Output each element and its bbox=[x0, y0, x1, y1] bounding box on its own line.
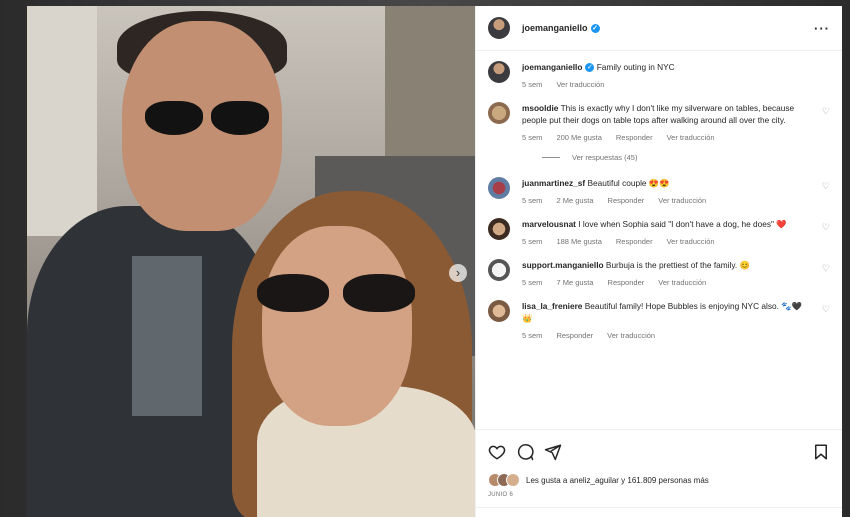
author-avatar[interactable] bbox=[488, 17, 510, 39]
commenter-avatar[interactable] bbox=[488, 177, 510, 199]
heart-icon[interactable]: ♡ bbox=[822, 181, 830, 192]
heart-icon[interactable]: ♡ bbox=[822, 106, 830, 117]
caption-username[interactable]: joemanganiello bbox=[522, 62, 582, 72]
comment-age: 5 sem bbox=[522, 278, 543, 287]
post-actions bbox=[476, 429, 842, 473]
see-translation-link[interactable]: Ver traducción bbox=[607, 331, 655, 340]
comment-text: I love when Sophia said "I don't have a … bbox=[578, 219, 787, 229]
comment-username[interactable]: juanmartinez_sf bbox=[522, 178, 585, 188]
post-sidebar: joemanganiello ✓ ··· joemanganiello ✓ Fami… bbox=[475, 6, 842, 517]
reply-button[interactable]: Responder bbox=[608, 196, 645, 205]
liker-avatars[interactable] bbox=[488, 473, 522, 487]
post-modal: › joemanganiello ✓ ··· joemanganiello ✓ Fa… bbox=[27, 6, 842, 517]
view-replies-link[interactable]: Ver respuestas (45) bbox=[542, 153, 830, 162]
comment-age: 5 sem bbox=[522, 331, 543, 340]
comment-age: 5 sem bbox=[522, 196, 543, 205]
caption-item: joemanganiello ✓ Family outing in NYC 5 s… bbox=[488, 61, 830, 89]
heart-icon[interactable] bbox=[488, 443, 506, 461]
comment-username[interactable]: marvelousnat bbox=[522, 219, 576, 229]
comments-list: joemanganiello ✓ Family outing in NYC 5 s… bbox=[476, 51, 842, 429]
comment-icon[interactable] bbox=[516, 443, 534, 461]
commenter-avatar[interactable] bbox=[488, 259, 510, 281]
comment-age: 5 sem bbox=[522, 237, 543, 246]
comment-username[interactable]: support.manganiello bbox=[522, 260, 604, 270]
likes-summary: Les gusta a aneliz_aguilar y 161.809 per… bbox=[476, 473, 842, 507]
reply-button[interactable]: Responder bbox=[616, 237, 653, 246]
comment-text: Burbuja is the prettiest of the family. … bbox=[605, 260, 750, 270]
share-icon[interactable] bbox=[544, 443, 562, 461]
comment-item: support.manganiello Burbuja is the prett… bbox=[488, 259, 830, 287]
caption-text: Family outing in NYC bbox=[596, 62, 675, 72]
comment-text: This is exactly why I don't like my silv… bbox=[522, 103, 795, 125]
see-translation-link[interactable]: Ver traducción bbox=[658, 278, 706, 287]
comment-likes[interactable]: 7 Me gusta bbox=[556, 278, 593, 287]
comment-age: 5 sem bbox=[522, 133, 543, 142]
reply-button[interactable]: Responder bbox=[556, 331, 593, 340]
author-username[interactable]: joemanganiello ✓ bbox=[522, 23, 600, 34]
likes-text[interactable]: Les gusta a aneliz_aguilar y 161.809 per… bbox=[526, 476, 709, 485]
heart-icon[interactable]: ♡ bbox=[822, 263, 830, 274]
comment-likes[interactable]: 188 Me gusta bbox=[556, 237, 601, 246]
see-translation-link[interactable]: Ver traducción bbox=[556, 80, 604, 89]
verified-icon: ✓ bbox=[585, 63, 595, 73]
comment-likes[interactable]: 200 Me gusta bbox=[556, 133, 601, 142]
comment-likes[interactable]: 2 Me gusta bbox=[556, 196, 593, 205]
add-comment-bar[interactable] bbox=[476, 507, 842, 517]
comment-text: Beautiful couple 😍😍 bbox=[587, 178, 670, 188]
commenter-avatar[interactable] bbox=[488, 300, 510, 322]
carousel-next-icon[interactable]: › bbox=[449, 264, 467, 282]
reply-button[interactable]: Responder bbox=[608, 278, 645, 287]
commenter-avatar[interactable] bbox=[488, 218, 510, 240]
comment-username[interactable]: msooldie bbox=[522, 103, 558, 113]
heart-icon[interactable]: ♡ bbox=[822, 304, 830, 315]
see-translation-link[interactable]: Ver traducción bbox=[658, 196, 706, 205]
comment-item: msooldie This is exactly why I don't lik… bbox=[488, 102, 830, 142]
post-photo[interactable]: › bbox=[27, 6, 475, 517]
comment-item: lisa_la_freniere Beautiful family! Hope … bbox=[488, 300, 830, 340]
heart-icon[interactable]: ♡ bbox=[822, 222, 830, 233]
commenter-avatar[interactable] bbox=[488, 102, 510, 124]
comment-item: juanmartinez_sf Beautiful couple 😍😍 5 se… bbox=[488, 177, 830, 205]
more-options-icon[interactable]: ··· bbox=[814, 21, 830, 36]
caption-age: 5 sem bbox=[522, 80, 543, 89]
comment-item: marvelousnat I love when Sophia said "I … bbox=[488, 218, 830, 246]
reply-button[interactable]: Responder bbox=[616, 133, 653, 142]
post-date: JUNIO 6 bbox=[488, 492, 514, 498]
bookmark-icon[interactable] bbox=[812, 443, 830, 461]
comment-username[interactable]: lisa_la_freniere bbox=[522, 301, 582, 311]
see-translation-link[interactable]: Ver traducción bbox=[667, 237, 715, 246]
post-header: joemanganiello ✓ ··· bbox=[476, 6, 842, 51]
verified-icon: ✓ bbox=[590, 24, 600, 34]
author-avatar[interactable] bbox=[488, 61, 510, 83]
see-translation-link[interactable]: Ver traducción bbox=[667, 133, 715, 142]
